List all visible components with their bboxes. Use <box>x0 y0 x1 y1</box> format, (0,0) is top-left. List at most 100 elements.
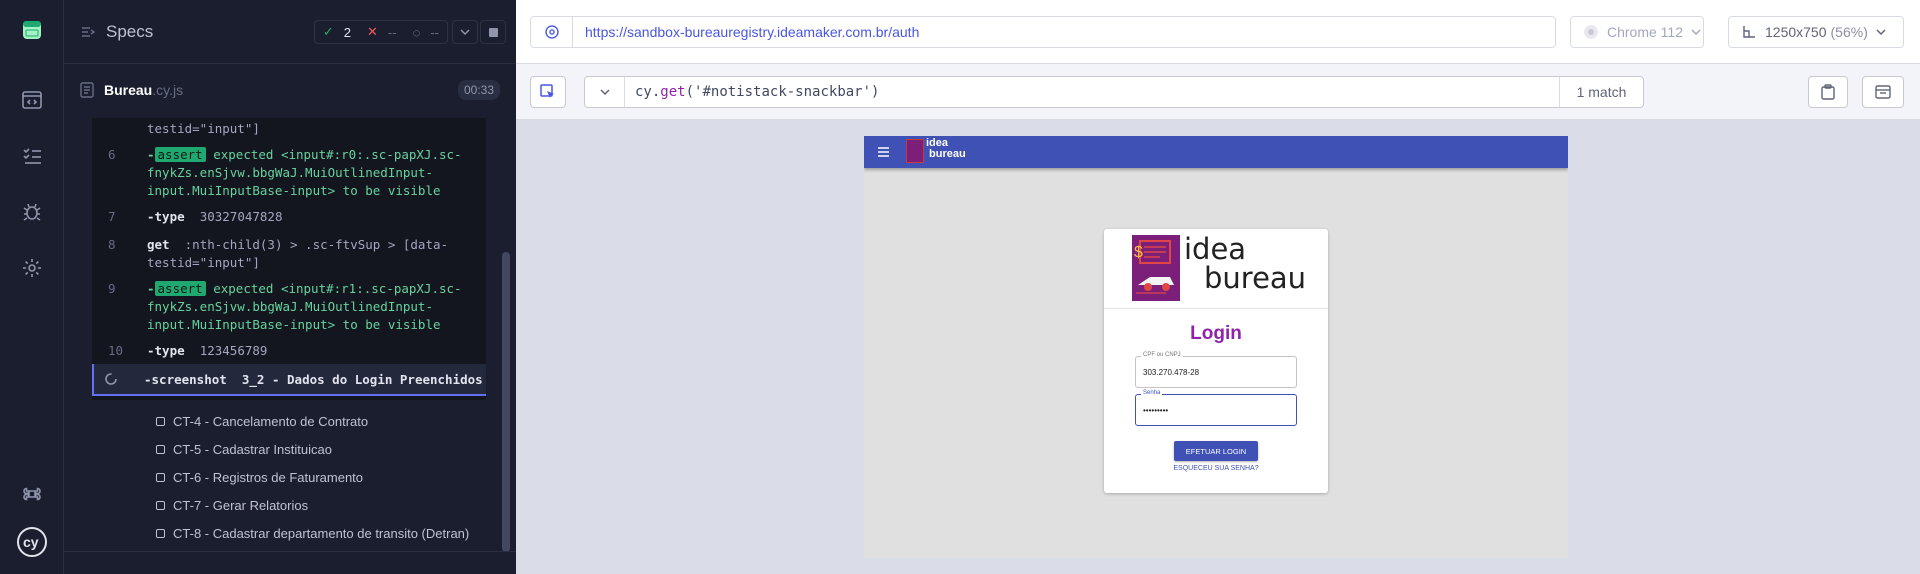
match-count: 1 match <box>1559 77 1643 107</box>
command-number: 7 <box>108 209 116 224</box>
keyboard-shortcuts-icon[interactable] <box>16 478 48 510</box>
test-title: CT-5 - Cadastrar Instituicao <box>173 442 332 457</box>
command-message: input.MuiInputBase-input> to be visible <box>147 183 441 198</box>
runs-nav-icon[interactable] <box>16 140 48 172</box>
command-name: -type <box>147 209 185 224</box>
selector-method-dropdown[interactable] <box>585 77 625 107</box>
cypress-app-icon[interactable] <box>16 14 48 46</box>
command-message: :nth-child(3) > .sc-ftvSup > [data- <box>184 237 449 252</box>
forgot-password-link[interactable]: ESQUECEU SUA SENHA? <box>1104 465 1328 472</box>
app-under-test: idea bureau $ idea bureau Login CPF ou C… <box>864 136 1568 558</box>
test-item[interactable]: CT-7 - Gerar Relatorios <box>156 498 308 513</box>
command-name: get <box>147 237 170 252</box>
specs-list-icon[interactable] <box>80 24 96 40</box>
clipboard-icon <box>1821 84 1835 100</box>
cpf-cnpj-label: CPF ou CNPJ <box>1141 352 1183 358</box>
cursor-select-icon <box>540 84 554 98</box>
spec-title-bar: Bureau .cy.js 00:33 <box>80 74 500 106</box>
viewport-size: 1250x750 <box>1765 24 1827 40</box>
url-bar[interactable]: https://sandbox-bureauregistry.ideamaker… <box>530 16 1556 48</box>
command-message: 123456789 <box>199 343 268 358</box>
command-name: -type <box>147 343 185 358</box>
failed-x-icon: ✕ <box>367 24 378 39</box>
selector-prefix: cy. <box>635 84 661 100</box>
login-card: $ idea bureau Login CPF ou CNPJ 303.270.… <box>1104 229 1328 493</box>
selector-input-group: cy.get('#notistack-snackbar') 1 match <box>584 76 1644 108</box>
password-field[interactable]: Senha ••••••••• <box>1135 390 1297 426</box>
running-command-row[interactable]: -screenshot 3_2 - Dados do Login Preench… <box>92 364 486 396</box>
settings-gear-icon[interactable] <box>16 252 48 284</box>
reporter-panel: Specs ✓ 2 ✕ -- ◌ -- Bureau .cy.js 00:33 … <box>64 0 516 574</box>
logo-word-top: idea <box>1184 232 1247 266</box>
test-status-icon <box>156 473 165 482</box>
command-message: testid="input"] <box>147 255 260 270</box>
failed-count: -- <box>387 24 397 40</box>
card-logo-text: idea bureau <box>1184 235 1306 293</box>
idea-bureau-logo-icon: $ <box>1132 235 1180 301</box>
selector-argument: '#notistack-snackbar' <box>694 84 872 100</box>
assert-badge: assert <box>154 281 206 296</box>
selector-input[interactable]: cy.get('#notistack-snackbar') <box>635 84 879 100</box>
login-submit-button[interactable]: EFETUAR LOGIN <box>1174 441 1258 461</box>
command-name: -screenshot <box>144 372 227 387</box>
spec-name: Bureau <box>104 82 153 98</box>
test-item[interactable]: CT-4 - Cancelamento de Contrato <box>156 414 368 429</box>
test-item[interactable]: CT-5 - Cadastrar Instituicao <box>156 442 332 457</box>
divider <box>64 551 516 552</box>
test-stats: ✓ 2 ✕ -- ◌ -- <box>313 20 448 44</box>
cypress-logo-icon[interactable]: cy <box>16 526 48 558</box>
command-message: fnykZs.enSjvw.bbgWaJ.MuiOutlinedInput- <box>147 165 433 180</box>
browser-selector[interactable]: Chrome 112 <box>1570 16 1704 48</box>
command-message: expected <input#:r0:.sc-papXJ.sc- <box>213 147 462 162</box>
logo-word-bottom: bureau <box>929 148 966 160</box>
selector-playground-icon[interactable] <box>531 17 573 47</box>
chevron-down-icon <box>599 89 610 96</box>
loading-spinner-icon <box>105 373 117 385</box>
side-nav: cy <box>0 0 64 574</box>
password-label: Senha <box>1141 390 1163 396</box>
specs-title[interactable]: Specs <box>106 22 153 42</box>
command-number: 8 <box>108 237 116 252</box>
copy-selector-button[interactable] <box>1808 76 1848 108</box>
password-value: ••••••••• <box>1143 406 1169 415</box>
reporter-scrollbar[interactable] <box>502 252 510 552</box>
command-number: 9 <box>108 281 116 296</box>
toggle-auto-scroll-button[interactable] <box>452 20 478 44</box>
element-picker-button[interactable] <box>530 76 566 108</box>
menu-hamburger-icon[interactable] <box>878 147 889 157</box>
test-status-icon <box>156 529 165 538</box>
stop-square-icon <box>488 27 498 37</box>
cpf-cnpj-value: 303.270.478-28 <box>1143 368 1200 377</box>
command-message: expected <input#:r1:.sc-papXJ.sc- <box>213 281 462 296</box>
test-item[interactable]: CT-6 - Registros de Faturamento <box>156 470 363 485</box>
chrome-icon <box>1584 25 1598 39</box>
test-item[interactable]: CT-8 - Cadastrar departamento de transit… <box>156 526 469 541</box>
cpf-cnpj-field[interactable]: CPF ou CNPJ 303.270.478-28 <box>1135 352 1297 388</box>
browser-toolbar: https://sandbox-bureauregistry.ideamaker… <box>516 0 1920 64</box>
test-title: CT-4 - Cancelamento de Contrato <box>173 414 369 429</box>
command-message: testid="input"] <box>147 121 260 136</box>
viewport-icon <box>1743 26 1755 38</box>
test-status-icon <box>156 417 165 426</box>
passed-count: 2 <box>343 24 352 40</box>
specs-header: Specs ✓ 2 ✕ -- ◌ -- <box>64 0 516 64</box>
login-title: Login <box>1190 323 1242 344</box>
passed-check-icon: ✓ <box>322 24 334 39</box>
print-to-console-button[interactable] <box>1862 76 1904 108</box>
command-message: 30327047828 <box>199 209 283 224</box>
selector-playground-bar: cy.get('#notistack-snackbar') 1 match <box>516 64 1920 120</box>
assert-badge: assert <box>154 147 206 162</box>
pending-spinner-icon: ◌ <box>412 24 421 40</box>
chevron-down-icon <box>1691 29 1701 36</box>
browser-name: Chrome 112 <box>1607 24 1684 40</box>
command-message: input.MuiInputBase-input> to be visible <box>147 317 441 332</box>
command-number: 10 <box>108 343 124 358</box>
specs-nav-icon[interactable] <box>16 84 48 116</box>
console-icon <box>1875 85 1891 99</box>
viewport-selector[interactable]: 1250x750 (56%) <box>1728 16 1904 48</box>
url-text[interactable]: https://sandbox-bureauregistry.ideamaker… <box>585 24 919 40</box>
command-message: 3_2 - Dados do Login Preenchidos <box>241 372 483 387</box>
debug-bug-icon[interactable] <box>16 196 48 228</box>
stop-button[interactable] <box>480 20 506 44</box>
logo-word-bottom: bureau <box>1204 261 1307 295</box>
